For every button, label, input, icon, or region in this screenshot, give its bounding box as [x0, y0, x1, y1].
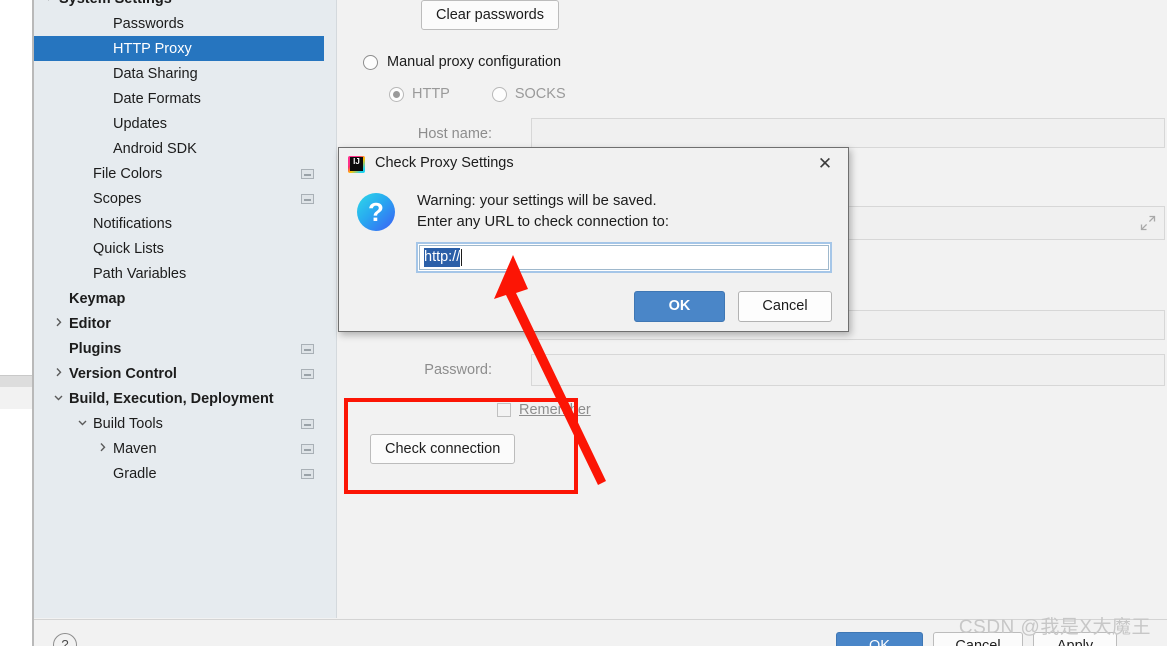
- url-input-wrapper[interactable]: http://: [416, 242, 832, 273]
- sidebar-item-gradle[interactable]: Gradle: [34, 461, 336, 486]
- sidebar-item-badge-icon: [301, 368, 314, 379]
- sidebar-item-label: Version Control: [69, 365, 177, 382]
- sidebar-item-label: System Settings: [59, 0, 172, 7]
- sidebar-item-badge-icon: [301, 418, 314, 429]
- sidebar-item-label: HTTP Proxy: [113, 40, 192, 57]
- sidebar-item-label: File Colors: [93, 165, 163, 182]
- editor-background-bottom: [0, 409, 34, 646]
- sidebar-item-label: Quick Lists: [93, 240, 164, 257]
- sidebar-item-quick-lists[interactable]: Quick Lists: [34, 236, 336, 261]
- sidebar-item-label: Plugins: [69, 340, 122, 357]
- sidebar-item-label: Build Tools: [93, 415, 163, 432]
- sidebar-item-badge-icon: [301, 443, 314, 454]
- dialog-title: Check Proxy Settings: [375, 155, 514, 171]
- question-icon: ?: [357, 193, 395, 231]
- sidebar-item-version-control[interactable]: Version Control: [34, 361, 336, 386]
- screenshot-root: System Settings Passwords HTTP Proxy Data S…: [0, 0, 1167, 646]
- sidebar-item-label: Scopes: [93, 190, 142, 207]
- sidebar-item-label: Gradle: [113, 465, 157, 482]
- editor-background-top: [0, 0, 34, 375]
- sidebar-item-badge-icon: [301, 343, 314, 354]
- manual-proxy-radio[interactable]: [363, 54, 378, 70]
- http-label: HTTP: [412, 86, 450, 102]
- sidebar-item-label: Date Formats: [113, 90, 201, 107]
- help-icon[interactable]: ?: [53, 633, 77, 646]
- sidebar-item-path-variables[interactable]: Path Variables: [34, 261, 336, 286]
- socks-radio[interactable]: [491, 86, 507, 102]
- chevron-right-icon[interactable]: [50, 367, 66, 381]
- url-input[interactable]: http://: [419, 245, 829, 270]
- sidebar-item-label: Notifications: [93, 215, 172, 232]
- sidebar-item-label: Updates: [113, 115, 168, 132]
- chevron-right-icon[interactable]: [50, 317, 66, 331]
- chevron-right-icon[interactable]: [94, 442, 110, 456]
- password-label: Password:: [424, 362, 492, 378]
- intellij-idea-icon: [348, 156, 365, 173]
- chevron-down-icon[interactable]: [40, 0, 56, 6]
- sidebar-item-build-execution-deployment[interactable]: Build, Execution, Deployment: [34, 386, 336, 411]
- dialog-title-bar: Check Proxy Settings ✕: [339, 148, 848, 181]
- close-icon[interactable]: ✕: [815, 154, 835, 174]
- proxy-protocol-radio-row[interactable]: HTTP SOCKS: [389, 86, 566, 102]
- url-input-value: http://: [424, 248, 461, 267]
- sidebar-item-label: Path Variables: [93, 265, 187, 282]
- text-caret: [461, 249, 463, 266]
- sidebar-item-passwords[interactable]: Passwords: [34, 11, 336, 36]
- sidebar-item-label: Data Sharing: [113, 65, 198, 82]
- sidebar-item-updates[interactable]: Updates: [34, 111, 336, 136]
- sidebar-scrollbar-track[interactable]: [324, 0, 625, 618]
- sidebar-item-build-tools[interactable]: Build Tools: [34, 411, 336, 436]
- http-radio[interactable]: [389, 86, 404, 102]
- expand-icon[interactable]: [1140, 215, 1156, 231]
- editor-background-strip: [0, 387, 34, 410]
- sidebar-item-scopes[interactable]: Scopes: [34, 186, 336, 211]
- sidebar-item-file-colors[interactable]: File Colors: [34, 161, 336, 186]
- sidebar-item-http-proxy[interactable]: HTTP Proxy: [34, 36, 336, 61]
- sidebar-item-label: Android SDK: [113, 140, 197, 157]
- csdn-watermark: CSDN @我是X大魔王: [958, 617, 1151, 638]
- dialog-message-line2: Enter any URL to check connection to:: [417, 214, 669, 230]
- sidebar-item-editor[interactable]: Editor: [34, 311, 336, 336]
- chevron-down-icon[interactable]: [74, 417, 90, 431]
- settings-ok-button[interactable]: OK: [836, 632, 923, 646]
- socks-label: SOCKS: [514, 86, 566, 102]
- host-name-input[interactable]: [531, 118, 1165, 148]
- sidebar-item-label: Maven: [113, 440, 157, 457]
- clear-passwords-button[interactable]: Clear passwords: [421, 0, 559, 30]
- sidebar-item-label: Build, Execution, Deployment: [69, 390, 274, 407]
- dialog-message-line1: Warning: your settings will be saved.: [417, 193, 657, 209]
- sidebar-item-plugins[interactable]: Plugins: [34, 336, 336, 361]
- sidebar-item-keymap[interactable]: Keymap: [34, 286, 336, 311]
- sidebar-item-system-settings[interactable]: System Settings: [34, 0, 336, 11]
- sidebar-item-android-sdk[interactable]: Android SDK: [34, 136, 336, 161]
- password-input[interactable]: [531, 354, 1165, 386]
- dialog-ok-button[interactable]: OK: [634, 291, 725, 322]
- sidebar-item-badge-icon: [301, 468, 314, 479]
- dialog-cancel-button[interactable]: Cancel: [738, 291, 832, 322]
- sidebar-item-label: Editor: [69, 315, 111, 332]
- chevron-down-icon[interactable]: [50, 392, 66, 406]
- sidebar-item-maven[interactable]: Maven: [34, 436, 336, 461]
- host-name-label: Host name:: [417, 126, 492, 142]
- sidebar-item-notifications[interactable]: Notifications: [34, 211, 336, 236]
- sidebar-item-label: Keymap: [69, 290, 126, 307]
- annotation-rectangle: [344, 398, 578, 494]
- sidebar-item-data-sharing[interactable]: Data Sharing: [34, 61, 336, 86]
- sidebar-item-date-formats[interactable]: Date Formats: [34, 86, 336, 111]
- settings-sidebar-tree[interactable]: System Settings Passwords HTTP Proxy Data S…: [34, 0, 336, 618]
- dialog-message: Warning: your settings will be saved. En…: [417, 191, 827, 233]
- manual-proxy-label: Manual proxy configuration: [387, 54, 562, 70]
- manual-proxy-configuration-radio-row[interactable]: Manual proxy configuration: [363, 54, 561, 70]
- sidebar-item-badge-icon: [301, 193, 314, 204]
- sidebar-item-label: Passwords: [113, 15, 184, 32]
- sidebar-item-badge-icon: [301, 168, 314, 179]
